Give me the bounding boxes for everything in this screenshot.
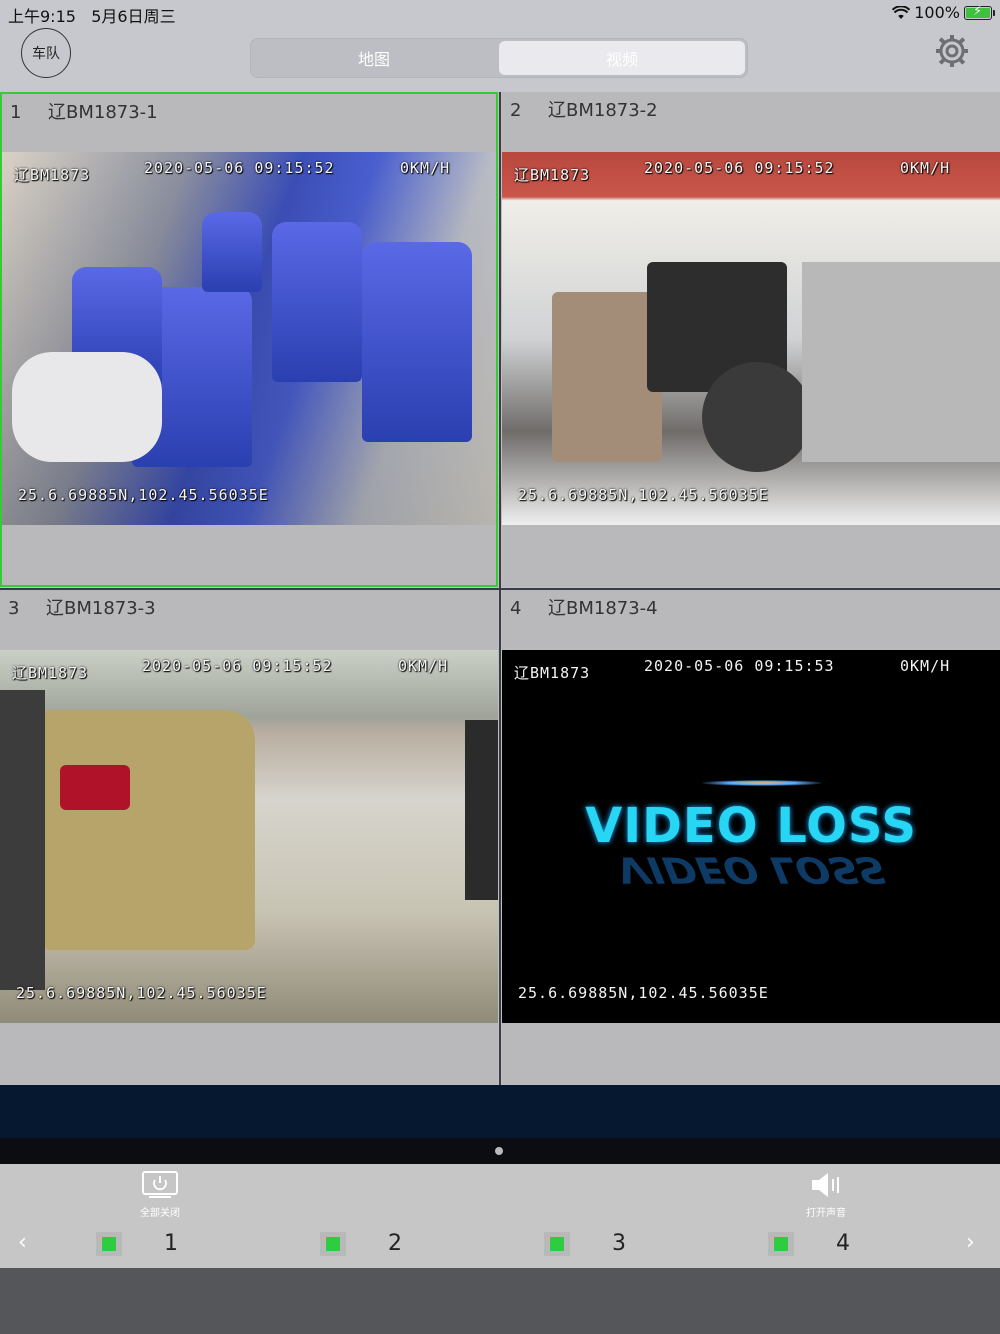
grid-divider-horizontal [0, 588, 1000, 590]
channel-number: 4 [836, 1231, 850, 1256]
cell-index: 2 [510, 100, 522, 121]
osd-gps: 25.6.69885N,102.45.56035E [518, 486, 769, 504]
channel-status-icon [320, 1231, 346, 1256]
tab-video[interactable]: 视频 [499, 41, 745, 75]
close-all-label: 全部关闭 [140, 1208, 180, 1219]
status-date: 5月6日周三 [91, 7, 176, 26]
tab-map[interactable]: 地图 [251, 39, 497, 77]
video-cell-4[interactable]: 4 辽BM1873-4 VIDEO LOSS VIDEO LOSS 辽BM1873… [502, 590, 1000, 1085]
battery-percent: 100% [914, 3, 960, 22]
channel-number: 3 [612, 1231, 626, 1256]
close-all-button[interactable]: 全部关闭 [140, 1170, 180, 1219]
info-band [0, 1085, 1000, 1138]
osd-gps: 25.6.69885N,102.45.56035E [518, 984, 769, 1002]
osd-speed: 0KM/H [398, 657, 449, 675]
tab-video-label: 视频 [605, 50, 638, 69]
fleet-button[interactable]: 车队 [21, 28, 71, 78]
door-frame-shape [0, 690, 45, 990]
cell-index: 4 [510, 598, 522, 619]
page-dot[interactable] [495, 1147, 503, 1155]
bag-shape [12, 352, 162, 462]
osd-datetime: 2020-05-06 09:15:53 [644, 657, 835, 675]
osd-plate: 辽BM1873 [14, 166, 91, 184]
cell-title: 辽BM1873-3 [46, 598, 156, 619]
cell-index: 1 [10, 102, 22, 123]
osd-plate: 辽BM1873 [514, 166, 591, 184]
osd-datetime: 2020-05-06 09:15:52 [644, 159, 835, 177]
channel-status-icon [544, 1231, 570, 1256]
osd-plate: 辽BM1873 [514, 664, 591, 682]
osd-datetime: 2020-05-06 09:15:52 [142, 657, 333, 675]
osd-speed: 0KM/H [900, 159, 951, 177]
video-feed[interactable]: 辽BM1873 2020-05-06 09:15:52 0KM/H 25.6.6… [502, 152, 1000, 525]
video-feed[interactable]: 辽BM1873 2020-05-06 09:15:52 0KM/H 25.6.6… [2, 152, 496, 525]
top-bar: 上午9:15 5月6日周三 100% ⚡ 车队 地图 视频 [0, 0, 1000, 92]
video-feed[interactable]: VIDEO LOSS VIDEO LOSS 辽BM1873 2020-05-06… [502, 650, 1000, 1023]
channel-toggle-3[interactable]: 3 [544, 1231, 626, 1256]
power-screen-icon [142, 1171, 178, 1198]
channel-toggle-1[interactable]: 1 [96, 1231, 178, 1256]
video-loss-reflection: VIDEO LOSS [608, 848, 894, 890]
sound-toggle-button[interactable]: 打开声音 [806, 1170, 846, 1219]
channel-toggle-2[interactable]: 2 [320, 1231, 402, 1256]
speaker-icon [812, 1173, 839, 1197]
chevron-left-icon[interactable]: ‹ [18, 1230, 27, 1255]
status-time: 上午9:15 5月6日周三 [8, 3, 176, 27]
page-indicator [0, 1138, 1000, 1164]
osd-speed: 0KM/H [400, 159, 451, 177]
steering-wheel-shape [702, 362, 812, 472]
driver-seat-shape [552, 292, 662, 462]
osd-gps: 25.6.69885N,102.45.56035E [16, 984, 267, 1002]
cell-title: 辽BM1873-4 [548, 598, 658, 619]
cell-header: 3 辽BM1873-3 [8, 594, 156, 620]
mirror-shape [465, 720, 498, 900]
status-clock: 上午9:15 [8, 7, 76, 26]
video-loss-text: VIDEO LOSS [585, 798, 917, 854]
tab-map-label: 地图 [357, 50, 390, 69]
video-cell-1[interactable]: 1 辽BM1873-1 辽BM1873 2020-05-06 09:15:52 0… [0, 92, 498, 587]
channel-toggle-4[interactable]: 4 [768, 1231, 850, 1256]
osd-speed: 0KM/H [900, 657, 951, 675]
video-feed[interactable]: 辽BM1873 2020-05-06 09:15:52 0KM/H 25.6.6… [0, 650, 498, 1023]
cell-header: 1 辽BM1873-1 [10, 98, 158, 124]
osd-plate: 辽BM1873 [12, 664, 89, 682]
chevron-right-icon[interactable]: › [966, 1230, 975, 1255]
fleet-button-label: 车队 [32, 46, 60, 62]
osd-datetime: 2020-05-06 09:15:52 [144, 159, 335, 177]
cell-title: 辽BM1873-1 [48, 102, 158, 123]
seat-shape [362, 242, 472, 442]
cell-header: 2 辽BM1873-2 [510, 96, 658, 122]
bus-taillight-shape [60, 765, 130, 810]
status-indicators: 100% ⚡ [892, 3, 995, 22]
video-cell-2[interactable]: 2 辽BM1873-2 辽BM1873 2020-05-06 09:15:52 0… [502, 92, 1000, 587]
gear-icon[interactable] [934, 33, 970, 69]
osd-gps: 25.6.69885N,102.45.56035E [18, 486, 269, 504]
bus-shape [40, 710, 255, 950]
lens-flare [702, 780, 822, 786]
cell-header: 4 辽BM1873-4 [510, 594, 658, 620]
channel-number: 1 [164, 1231, 178, 1256]
seat-shape [202, 212, 262, 292]
channel-status-icon [96, 1231, 122, 1256]
wifi-icon [892, 5, 911, 19]
channel-number: 2 [388, 1231, 402, 1256]
sound-toggle-label: 打开声音 [806, 1208, 846, 1219]
windshield-shape [802, 262, 1000, 462]
cell-index: 3 [8, 598, 20, 619]
view-segmented-control: 地图 视频 [250, 38, 748, 78]
battery-icon: ⚡ [964, 4, 995, 20]
seat-shape [272, 222, 362, 382]
video-cell-3[interactable]: 3 辽BM1873-3 辽BM1873 2020-05-06 09:15:52 0… [0, 590, 498, 1085]
cell-title: 辽BM1873-2 [548, 100, 658, 121]
channel-status-icon [768, 1231, 794, 1256]
